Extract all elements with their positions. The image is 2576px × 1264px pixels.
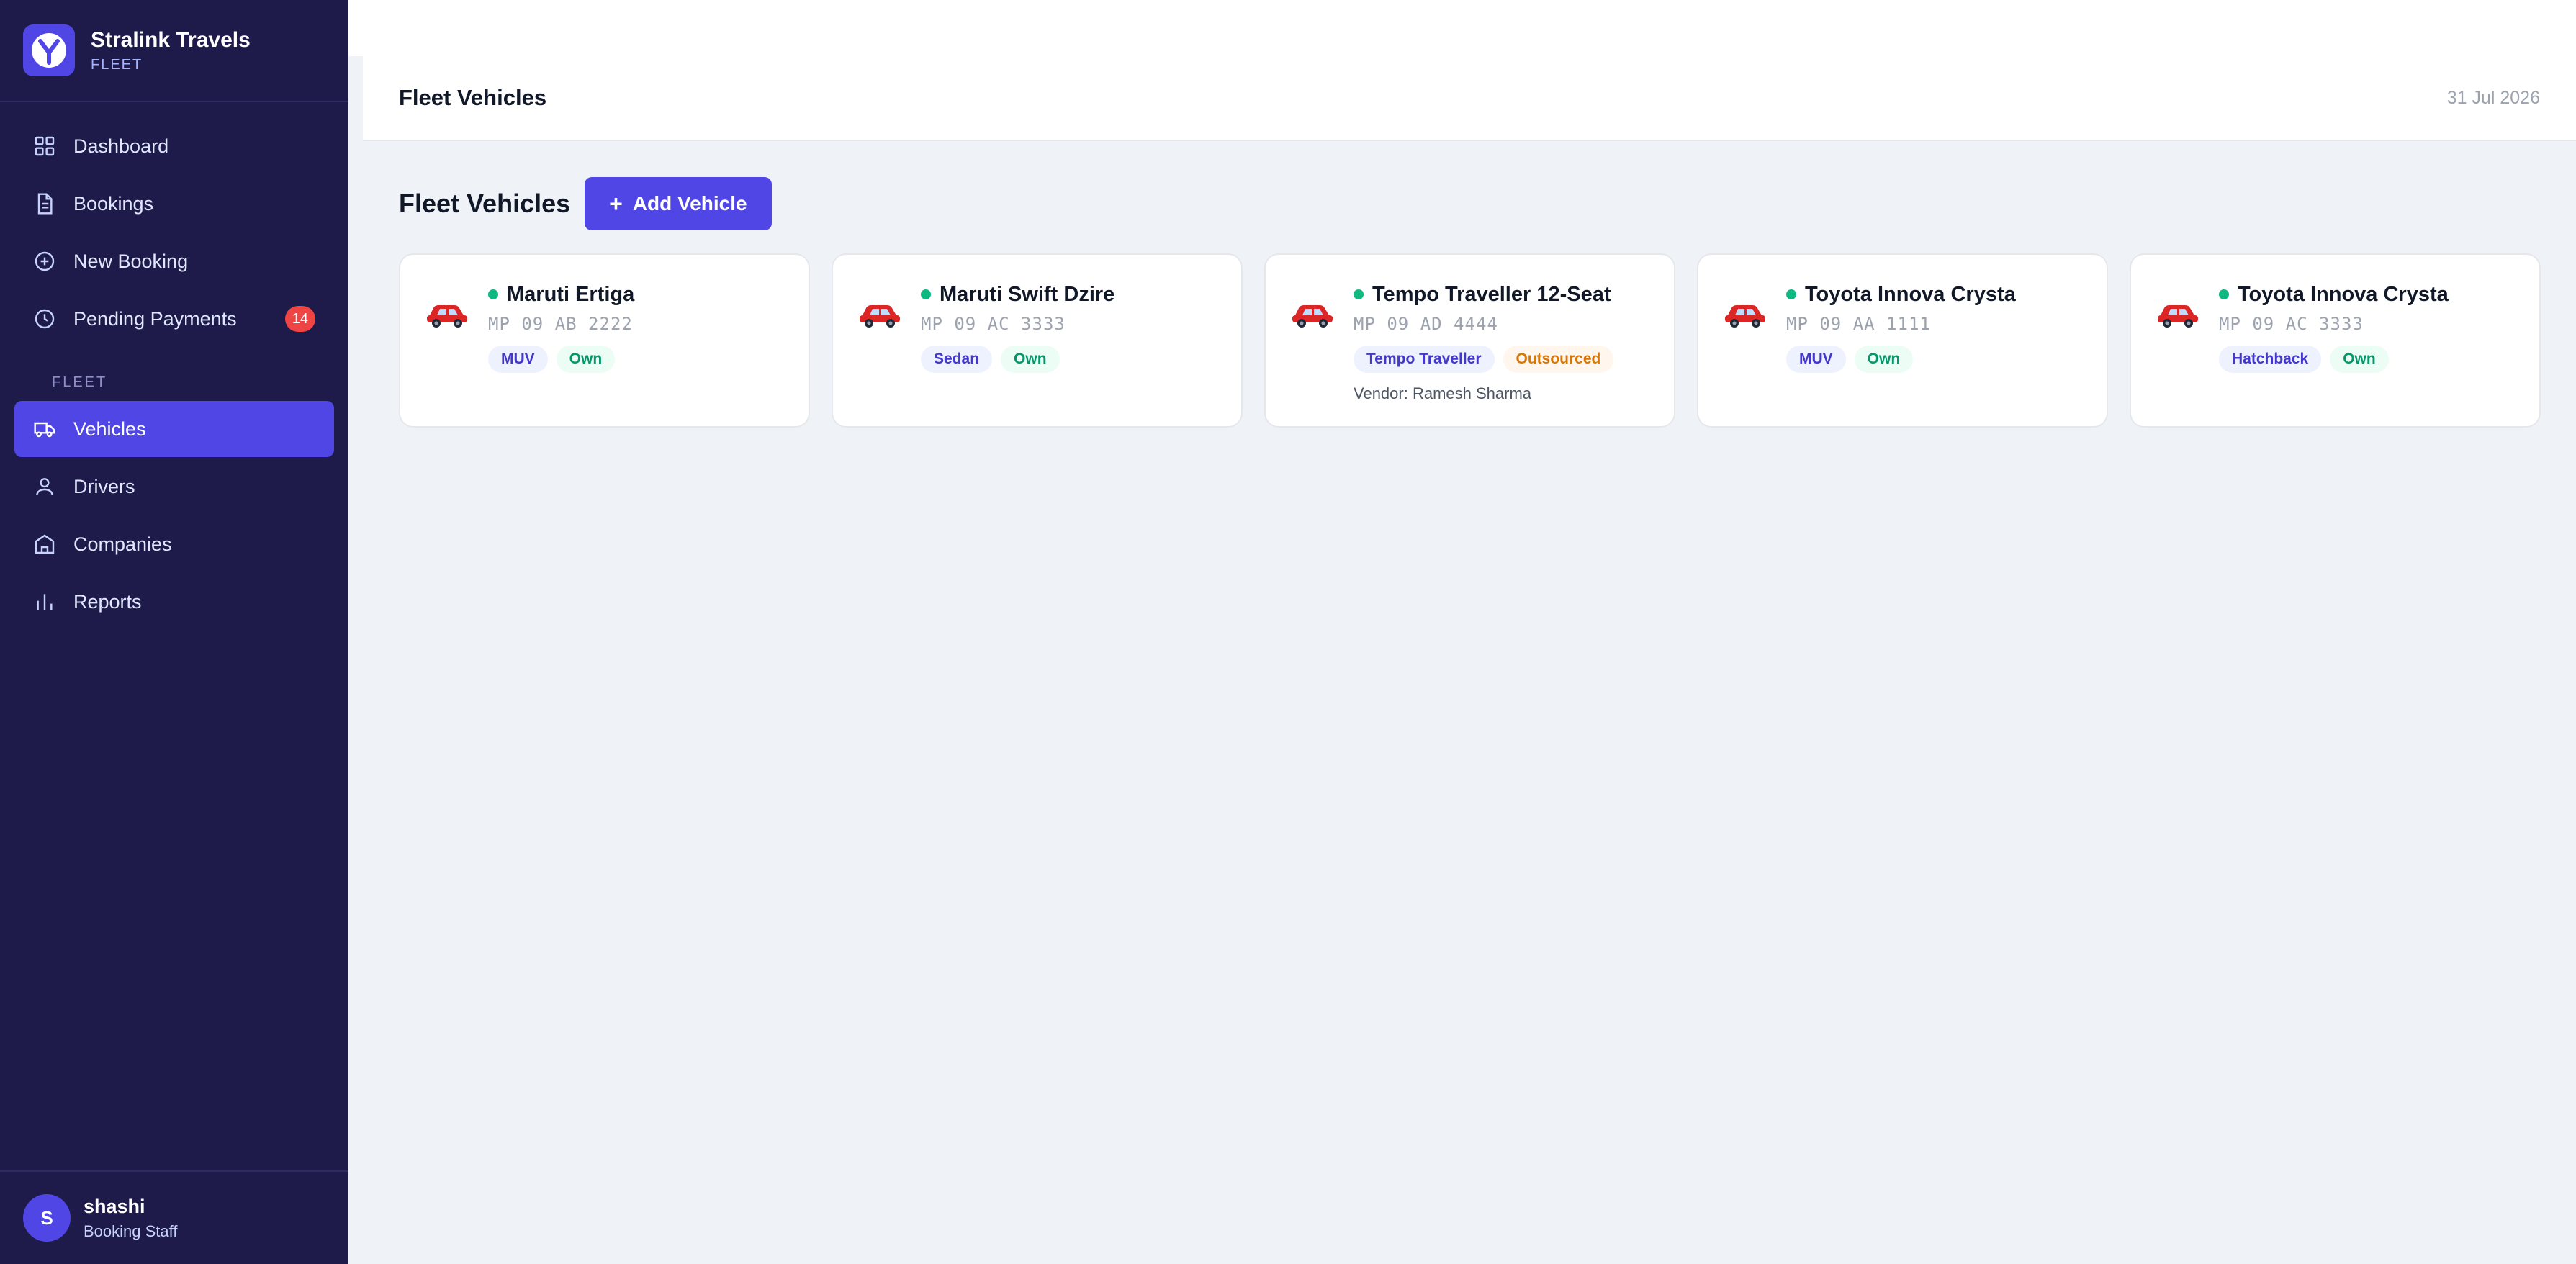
header-title: Fleet Vehicles (399, 85, 547, 110)
car-icon (427, 305, 467, 328)
clock-icon (33, 307, 56, 330)
sidebar-item-drivers[interactable]: Drivers (14, 459, 334, 515)
header-date: 31 Jul 2026 (2446, 87, 2540, 108)
add-vehicle-label: Add Vehicle (632, 192, 747, 215)
ownership-badge: Outsourced (1503, 346, 1614, 373)
truck-icon (33, 417, 56, 441)
vehicle-name: Toyota Innova Crysta (1805, 282, 2016, 306)
user-icon (33, 475, 56, 498)
brand-header[interactable]: Stralink Travels FLEET (0, 0, 348, 102)
car-icon (860, 305, 900, 328)
vehicle-type-badge: Hatchback (2219, 346, 2322, 373)
vehicle-type-badge: MUV (1786, 346, 1846, 373)
sidebar-item-pending-payments[interactable]: Pending Payments 14 (14, 291, 334, 347)
ownership-badge: Own (556, 346, 616, 373)
user-profile[interactable]: S shashi Booking Staff (0, 1170, 348, 1264)
vehicle-name: Tempo Traveller 12-Seat (1372, 282, 1611, 306)
brand-name: Stralink Travels (91, 27, 251, 52)
vehicle-card[interactable]: Maruti Swift Dzire MP 09 AC 3333 Sedan O… (832, 253, 1243, 428)
sidebar-item-label: Dashboard (73, 135, 169, 157)
plus-circle-icon (33, 250, 56, 273)
vehicle-plate: MP 09 AC 3333 (921, 314, 1066, 334)
y-logo-icon (23, 24, 75, 76)
car-icon (1292, 305, 1333, 328)
document-icon (33, 192, 56, 215)
vehicle-plate: MP 09 AA 1111 (1786, 314, 1931, 334)
sidebar-item-label: Vehicles (73, 417, 146, 440)
vehicle-type-badge: Tempo Traveller (1354, 346, 1495, 373)
vehicle-card[interactable]: Tempo Traveller 12-Seat MP 09 AD 4444 Te… (1264, 253, 1675, 428)
vehicle-card[interactable]: Toyota Innova Crysta MP 09 AC 3333 Hatch… (2130, 253, 2541, 428)
sidebar-item-vehicles[interactable]: Vehicles (14, 401, 334, 457)
page-header: Fleet Vehicles 31 Jul 2026 (363, 56, 2576, 141)
add-vehicle-button[interactable]: + Add Vehicle (585, 177, 772, 230)
user-name: shashi (84, 1195, 145, 1217)
vendor-info: Vendor: Ramesh Sharma (1354, 384, 1532, 402)
ownership-badge: Own (1001, 346, 1060, 373)
car-icon (1725, 305, 1765, 328)
vehicle-card[interactable]: Toyota Innova Crysta MP 09 AA 1111 MUV O… (1697, 253, 2108, 428)
avatar: S (23, 1194, 71, 1242)
sidebar-item-new-booking[interactable]: New Booking (14, 233, 334, 289)
sidebar-item-companies[interactable]: Companies (14, 516, 334, 572)
status-dot (1354, 289, 1364, 299)
status-dot (1786, 289, 1796, 299)
vehicle-plate: MP 09 AC 3333 (2219, 314, 2364, 334)
pending-count-badge: 14 (284, 306, 315, 332)
sidebar-item-dashboard[interactable]: Dashboard (14, 118, 334, 174)
user-role: Booking Staff (84, 1222, 178, 1240)
ownership-badge: Own (2330, 346, 2389, 373)
vehicle-card[interactable]: Maruti Ertiga MP 09 AB 2222 MUV Own (399, 253, 810, 428)
top-strip (348, 0, 2576, 56)
status-dot (921, 289, 931, 299)
bar-chart-icon (33, 590, 56, 613)
status-dot (488, 289, 498, 299)
vehicle-type-badge: Sedan (921, 346, 993, 373)
sidebar-item-label: Companies (73, 533, 172, 555)
vehicle-name: Maruti Ertiga (507, 282, 635, 306)
sidebar-item-label: Reports (73, 590, 142, 613)
sidebar-item-label: Drivers (73, 475, 135, 497)
sidebar: Stralink Travels FLEET Dashboard Booking… (0, 0, 348, 1264)
brand-subtitle: FLEET (91, 56, 143, 73)
vehicle-name: Toyota Innova Crysta (2238, 282, 2449, 306)
ownership-badge: Own (1854, 346, 1914, 373)
status-dot (2219, 289, 2229, 299)
nav-section-label: FLEET (52, 374, 108, 390)
building-icon (33, 533, 56, 556)
vehicle-name: Maruti Swift Dzire (940, 282, 1115, 306)
vehicle-plate: MP 09 AB 2222 (488, 314, 633, 334)
car-icon (2158, 305, 2198, 328)
main-nav: Dashboard Bookings New Booking Pending P… (0, 118, 348, 630)
vehicle-card-list: Maruti Ertiga MP 09 AB 2222 MUV Own Maru… (399, 253, 2541, 428)
grid-icon (33, 135, 56, 158)
vehicle-type-badge: MUV (488, 346, 548, 373)
sidebar-item-label: New Booking (73, 250, 189, 272)
page-heading-row: Fleet Vehicles + Add Vehicle (399, 177, 772, 230)
plus-icon: + (609, 190, 623, 217)
page-title: Fleet Vehicles (399, 189, 571, 218)
vehicle-plate: MP 09 AD 4444 (1354, 314, 1498, 334)
sidebar-item-label: Bookings (73, 192, 154, 215)
sidebar-item-reports[interactable]: Reports (14, 574, 334, 630)
sidebar-item-bookings[interactable]: Bookings (14, 176, 334, 232)
sidebar-item-label: Pending Payments (73, 307, 237, 330)
